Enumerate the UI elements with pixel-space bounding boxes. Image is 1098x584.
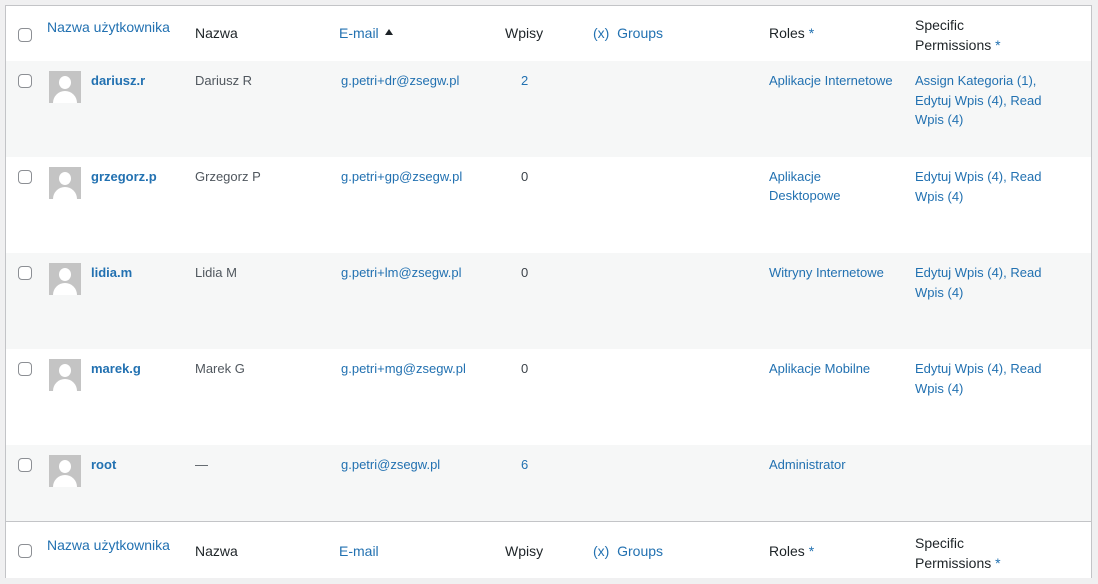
column-username-footer[interactable]: Nazwa użytkownika: [47, 537, 170, 553]
row-checkbox[interactable]: [18, 170, 32, 184]
user-posts-count: 0: [521, 361, 529, 376]
default-avatar-icon: [49, 71, 81, 103]
column-email[interactable]: E-mail: [339, 25, 393, 41]
column-posts: Wpisy: [505, 25, 544, 41]
user-name: Lidia M: [195, 265, 237, 280]
column-specific-line1: Specific: [915, 17, 965, 33]
column-username[interactable]: Nazwa użytkownika: [47, 19, 170, 35]
user-login-link[interactable]: grzegorz.p: [91, 169, 157, 184]
user-login-link[interactable]: root: [91, 457, 116, 472]
user-posts-count: 0: [521, 265, 529, 280]
groups-toggle-icon[interactable]: (x): [593, 25, 609, 41]
row-checkbox[interactable]: [18, 362, 32, 376]
groups-toggle-icon[interactable]: (x): [593, 543, 609, 559]
user-name: —: [195, 457, 208, 472]
user-roles[interactable]: Aplikacje Mobilne: [769, 359, 909, 378]
sort-ascending-icon: [384, 29, 393, 35]
row-checkbox[interactable]: [18, 74, 32, 88]
column-email-label: E-mail: [339, 25, 379, 41]
column-roles: Roles *: [769, 25, 814, 41]
default-avatar-icon: [49, 167, 81, 199]
select-all-checkbox[interactable]: [18, 28, 32, 42]
row-checkbox[interactable]: [18, 458, 32, 472]
column-roles-label: Roles: [769, 25, 805, 41]
user-email-link[interactable]: g.petri+mg@zsegw.pl: [341, 361, 466, 376]
default-avatar-icon: [49, 263, 81, 295]
user-roles[interactable]: Aplikacje Desktopowe: [769, 167, 859, 205]
user-login-link[interactable]: marek.g: [91, 361, 141, 376]
column-roles-footer-label: Roles: [769, 543, 805, 559]
user-email-link[interactable]: g.petri+dr@zsegw.pl: [341, 73, 459, 88]
column-name-footer: Nazwa: [195, 543, 238, 559]
user-specific-permissions[interactable]: Assign Kategoria (1), Edytuj Wpis (4), R…: [915, 71, 1055, 130]
user-name: Dariusz R: [195, 73, 253, 88]
column-groups-label: Groups: [617, 25, 664, 41]
table-row: grzegorz.p Grzegorz P g.petri+gp@zsegw.p…: [6, 157, 1091, 253]
user-name: Marek G: [195, 361, 245, 376]
column-groups[interactable]: (x) Groups: [593, 25, 663, 41]
user-specific-permissions[interactable]: Edytuj Wpis (4), Read Wpis (4): [915, 167, 1045, 206]
user-posts-count[interactable]: 2: [521, 73, 528, 88]
select-all-checkbox-footer[interactable]: [18, 544, 32, 558]
default-avatar-icon: [49, 359, 81, 391]
column-email-footer[interactable]: E-mail: [339, 543, 379, 559]
table-row: lidia.m Lidia M g.petri+lm@zsegw.pl 0 Wi…: [6, 253, 1091, 349]
user-posts-count: 0: [521, 169, 529, 184]
column-groups-footer-label: Groups: [617, 543, 664, 559]
table-row: root — g.petri@zsegw.pl 6 Administrator: [6, 445, 1091, 521]
column-specific-footer-line2: Permissions: [915, 555, 992, 571]
user-roles[interactable]: Witryny Internetowe: [769, 263, 909, 282]
table-footer: Nazwa użytkownika Nazwa E-mail Wpisy (x)…: [6, 521, 1091, 578]
users-table: Nazwa użytkownika Nazwa E-mail Wpisy (x)…: [5, 5, 1092, 578]
user-posts-count[interactable]: 6: [521, 457, 528, 472]
column-specific-permissions-footer: Specific Permissions *: [915, 533, 1001, 573]
user-name: Grzegorz P: [195, 169, 261, 184]
user-email-link[interactable]: g.petri+gp@zsegw.pl: [341, 169, 462, 184]
row-checkbox[interactable]: [18, 266, 32, 280]
table-header: Nazwa użytkownika Nazwa E-mail Wpisy (x)…: [6, 6, 1091, 63]
user-specific-permissions[interactable]: Edytuj Wpis (4), Read Wpis (4): [915, 263, 1045, 302]
column-roles-marker[interactable]: *: [809, 25, 814, 41]
user-specific-permissions[interactable]: Edytuj Wpis (4), Read Wpis (4): [915, 359, 1045, 398]
column-name: Nazwa: [195, 25, 238, 41]
column-specific-marker[interactable]: *: [995, 37, 1000, 53]
column-groups-footer[interactable]: (x) Groups: [593, 543, 663, 559]
column-specific-footer-line1: Specific: [915, 535, 965, 551]
table-row: marek.g Marek G g.petri+mg@zsegw.pl 0 Ap…: [6, 349, 1091, 445]
user-roles[interactable]: Aplikacje Internetowe: [769, 71, 909, 90]
column-posts-footer: Wpisy: [505, 543, 544, 559]
column-roles-footer-marker[interactable]: *: [809, 543, 814, 559]
column-specific-line2: Permissions: [915, 37, 992, 53]
user-email-link[interactable]: g.petri@zsegw.pl: [341, 457, 440, 472]
user-email-link[interactable]: g.petri+lm@zsegw.pl: [341, 265, 462, 280]
column-specific-permissions: Specific Permissions *: [915, 15, 1001, 55]
column-specific-footer-marker[interactable]: *: [995, 555, 1000, 571]
table-row: dariusz.r Dariusz R g.petri+dr@zsegw.pl …: [6, 61, 1091, 157]
column-roles-footer: Roles *: [769, 543, 814, 559]
user-login-link[interactable]: dariusz.r: [91, 73, 145, 88]
default-avatar-icon: [49, 455, 81, 487]
user-roles[interactable]: Administrator: [769, 455, 909, 474]
user-login-link[interactable]: lidia.m: [91, 265, 132, 280]
